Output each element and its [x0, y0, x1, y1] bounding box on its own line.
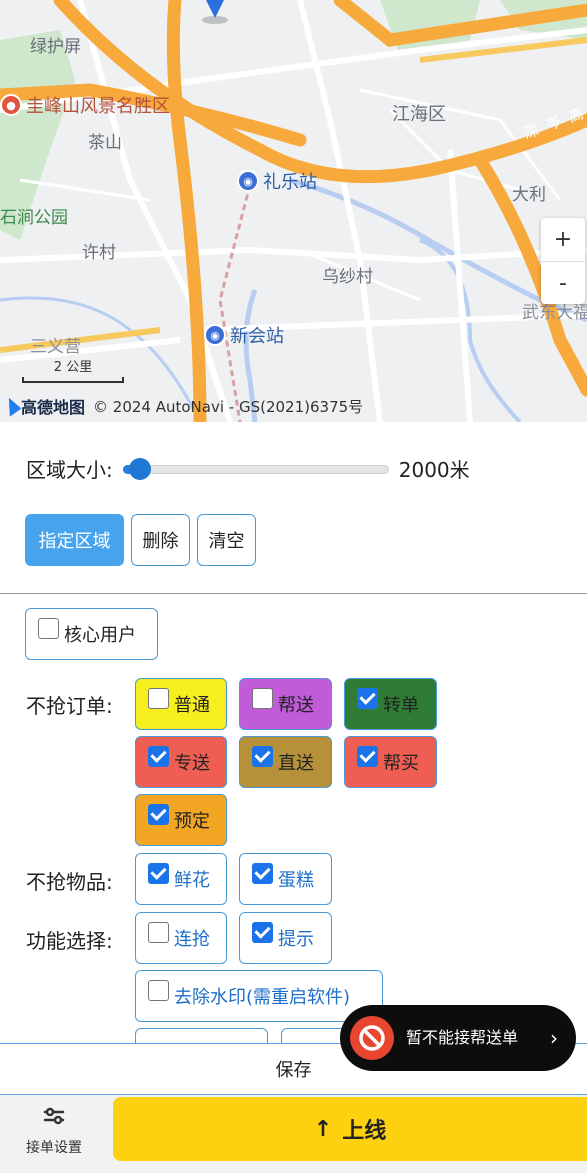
map-label-jianghai: 江海区 — [392, 104, 446, 125]
order-type-label: 专送 — [174, 753, 210, 774]
item-dangao[interactable]: 蛋糕 — [239, 853, 332, 905]
feature-label: 提示 — [278, 929, 314, 950]
train-station-icon: ◉ — [204, 324, 226, 346]
section-divider — [0, 593, 587, 594]
amap-logo-text: 高德地图 — [21, 398, 86, 417]
map-label-dali: 大利 — [512, 185, 546, 205]
map-copyright: © 2024 AutoNavi - GS(2021)6375号 — [93, 397, 364, 416]
designate-area-button[interactable]: 指定区域 — [25, 514, 124, 566]
scenic-spot-icon: ● — [0, 94, 22, 116]
checkbox-icon — [148, 862, 169, 884]
ban-icon — [350, 1016, 394, 1060]
order-type-zhuansong[interactable]: 专送 — [135, 736, 227, 788]
checkbox-icon — [148, 687, 169, 709]
feature-tishi[interactable]: 提示 — [239, 912, 332, 964]
checkbox-icon — [148, 803, 169, 825]
order-type-bangsong[interactable]: 帮送 — [239, 678, 332, 730]
zoom-out-button[interactable]: - — [541, 261, 585, 304]
amap-arrow-icon — [0, 395, 22, 417]
go-online-button[interactable]: ↑ 上线 — [113, 1097, 587, 1161]
map-label-wushacun: 乌纱村 — [322, 267, 373, 287]
arrow-up-icon: ↑ — [313, 1116, 333, 1142]
location-pin-icon — [202, 0, 228, 24]
item-label: 蛋糕 — [278, 870, 314, 891]
order-type-zhuandan[interactable]: 转单 — [344, 678, 437, 730]
order-type-label: 帮买 — [383, 753, 419, 774]
area-buttons: 指定区域 删除 清空 — [25, 514, 256, 566]
checkbox-icon — [148, 745, 169, 767]
checkbox-icon — [357, 687, 378, 709]
core-user-label: 核心用户 — [64, 625, 136, 646]
station-lile-label: 礼乐站 — [263, 172, 317, 193]
toast-notification[interactable]: 暂不能接帮送单 › — [340, 1005, 576, 1071]
map-view[interactable]: 绿护屏 ● 圭峰山风景名胜区 茶山 江海区 石涧公园 许村 乌纱村 大利 三义营… — [0, 0, 587, 422]
order-type-bangmai[interactable]: 帮买 — [344, 736, 437, 788]
map-label-lvhupin: 绿护屏 — [30, 37, 81, 57]
order-settings-label: 接单设置 — [26, 1140, 82, 1156]
map-label-park: 石涧公园 — [0, 208, 68, 228]
checkbox-icon — [38, 617, 59, 639]
app-root: 绿护屏 ● 圭峰山风景名胜区 茶山 江海区 石涧公园 许村 乌纱村 大利 三义营… — [0, 0, 587, 1173]
checkbox-icon — [357, 745, 378, 767]
no-grab-items-label: 不抢物品: — [26, 870, 113, 894]
order-type-label: 预定 — [174, 811, 210, 832]
zoom-in-button[interactable]: + — [541, 218, 585, 261]
order-type-label: 帮送 — [278, 695, 314, 716]
train-station-icon: ◉ — [237, 170, 259, 192]
feature-lianqiang[interactable]: 连抢 — [135, 912, 227, 964]
core-user-checkbox[interactable]: 核心用户 — [25, 608, 158, 660]
zoom-control: + - — [541, 218, 585, 304]
order-type-label: 普通 — [174, 695, 210, 716]
item-label: 鲜花 — [174, 870, 210, 891]
slider-track — [122, 465, 389, 474]
checkbox-icon — [252, 687, 273, 709]
map-attribution: 高德地图 © 2024 AutoNavi - GS(2021)6375号 — [0, 394, 364, 418]
feature-label: 去除水印(需重启软件) — [174, 987, 351, 1008]
chevron-right-icon: › — [550, 1026, 558, 1050]
map-label-sanyi: 三义营 — [30, 337, 81, 357]
area-size-label: 区域大小: — [26, 457, 113, 482]
clear-button[interactable]: 清空 — [197, 514, 256, 566]
feature-remove-watermark[interactable]: 去除水印(需重启软件) — [135, 970, 383, 1022]
amap-logo: 高德地图 — [0, 394, 86, 418]
order-type-yuding[interactable]: 预定 — [135, 794, 227, 846]
station-xinhui[interactable]: ◉ 新会站 — [204, 322, 284, 348]
checkbox-icon — [252, 745, 273, 767]
map-scale: 2 公里 — [22, 356, 124, 383]
checkbox-icon — [148, 979, 169, 1001]
delete-button[interactable]: 删除 — [131, 514, 190, 566]
no-grab-orders-label: 不抢订单: — [26, 694, 113, 718]
checkbox-icon — [148, 921, 169, 943]
map-label-chashan: 茶山 — [88, 133, 122, 153]
area-size-row: 区域大小: 2000米 — [26, 450, 566, 486]
map-label-xucun: 许村 — [82, 243, 116, 263]
features-label: 功能选择: — [26, 929, 113, 953]
station-lile[interactable]: ◉ 礼乐站 — [237, 168, 317, 194]
toast-message: 暂不能接帮送单 — [406, 1028, 519, 1047]
sliders-icon — [43, 1107, 65, 1125]
map-scale-label: 2 公里 — [53, 360, 93, 375]
checkbox-icon — [252, 921, 273, 943]
item-xianhua[interactable]: 鲜花 — [135, 853, 227, 905]
feature-label: 连抢 — [174, 929, 210, 950]
area-size-slider[interactable] — [117, 458, 389, 480]
station-xinhui-label: 新会站 — [230, 326, 284, 347]
order-type-label: 转单 — [383, 695, 419, 716]
order-type-label: 直送 — [278, 753, 314, 774]
checkbox-icon — [252, 862, 273, 884]
save-label: 保存 — [275, 1060, 312, 1081]
order-type-putong[interactable]: 普通 — [135, 678, 227, 730]
order-type-zhisong[interactable]: 直送 — [239, 736, 332, 788]
poi-guifeng-label: 圭峰山风景名胜区 — [26, 96, 170, 117]
order-settings-tab[interactable]: 接单设置 — [14, 1103, 94, 1157]
slider-thumb[interactable] — [129, 458, 152, 480]
map-scale-bar — [22, 377, 124, 383]
poi-guifeng[interactable]: ● 圭峰山风景名胜区 — [0, 92, 170, 118]
go-online-label: 上线 — [342, 1119, 387, 1144]
area-size-value: 2000米 — [398, 457, 470, 482]
